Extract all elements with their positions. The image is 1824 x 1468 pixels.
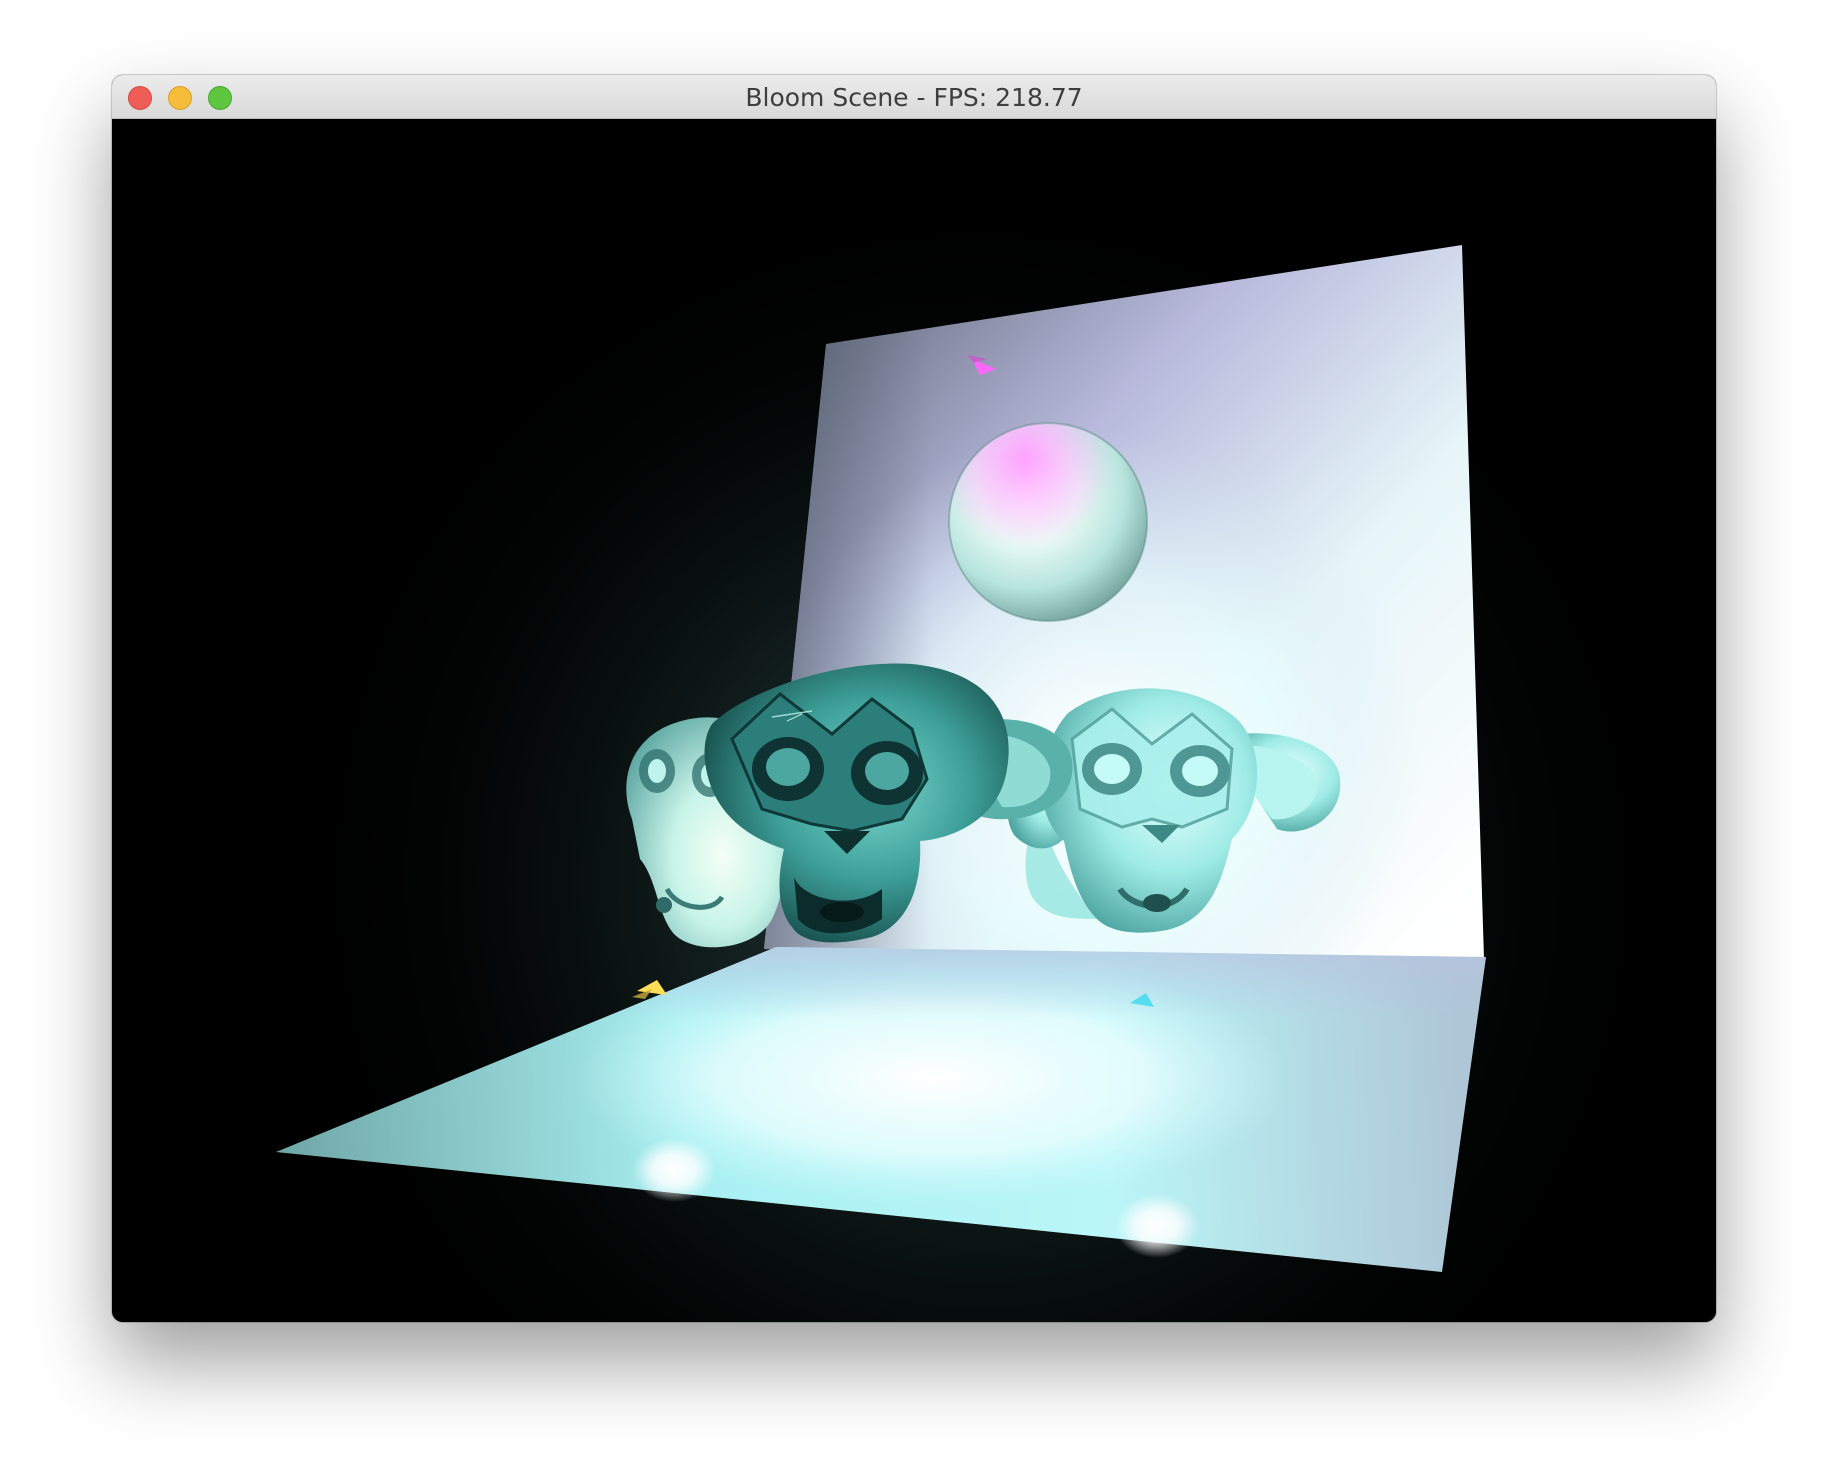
desktop: Bloom Scene - FPS: 218.77 bbox=[0, 0, 1824, 1468]
scene-canvas bbox=[112, 119, 1716, 1322]
floor-light-spot-right bbox=[1115, 1194, 1199, 1258]
floor-light-spot-left bbox=[632, 1138, 716, 1202]
sphere bbox=[948, 422, 1148, 622]
render-viewport[interactable] bbox=[112, 119, 1716, 1322]
window-title: Bloom Scene - FPS: 218.77 bbox=[745, 83, 1083, 112]
title-bar[interactable]: Bloom Scene - FPS: 218.77 bbox=[112, 75, 1716, 119]
app-window: Bloom Scene - FPS: 218.77 bbox=[112, 75, 1716, 1322]
